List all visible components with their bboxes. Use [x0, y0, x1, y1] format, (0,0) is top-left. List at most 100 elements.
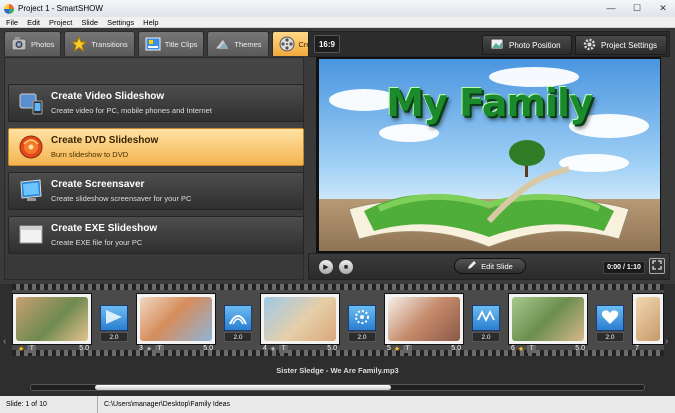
- action-desc: Create EXE file for your PC: [51, 238, 143, 247]
- text-icon: T: [27, 344, 37, 353]
- tab-themes-label: Themes: [234, 39, 262, 49]
- slide-duration: 5.0: [203, 345, 213, 352]
- slide-info: 7: [632, 343, 664, 354]
- text-icon: T: [527, 344, 537, 353]
- slide-info: 3 ★ T 5.0: [136, 343, 216, 354]
- slide-preview: My Family: [319, 59, 660, 251]
- menu-help[interactable]: Help: [143, 18, 158, 27]
- slide-thumbnail[interactable]: [632, 293, 664, 345]
- tab-transitions-label: Transitions: [91, 39, 128, 49]
- slide-number: 6: [511, 345, 515, 352]
- slide-title-text: My Family: [386, 81, 594, 125]
- slide-strip: ★ T 5.0 2.0 3 ★ T 5.0 2.0 4 ★ T 5.0 2.0 …: [0, 284, 675, 396]
- star-icon: [71, 36, 88, 52]
- app-icon: [4, 3, 14, 14]
- edit-slide-button[interactable]: Edit Slide: [454, 258, 526, 274]
- film-holes-top: [12, 284, 664, 290]
- playback-controls: ▶ ■ Edit Slide 0:00 / 1:10: [308, 253, 670, 280]
- slide-number: 7: [635, 345, 639, 352]
- transition-thumbnail[interactable]: [224, 305, 252, 331]
- play-button[interactable]: ▶: [318, 259, 334, 275]
- menu-project[interactable]: Project: [49, 18, 72, 27]
- tab-transitions[interactable]: Transitions: [64, 31, 135, 56]
- transition-duration: 2.0: [224, 332, 252, 342]
- tab-title-clips-label: Title Clips: [164, 39, 198, 49]
- maximize-button[interactable]: ☐: [629, 1, 645, 15]
- transition-pattern-icon: [104, 308, 124, 328]
- transition-duration: 2.0: [100, 332, 128, 342]
- strip-scroll-thumb[interactable]: [95, 385, 391, 390]
- create-panel: Create Video Slideshow Create video for …: [4, 57, 304, 280]
- create-dvd-slideshow-button[interactable]: Create DVD Slideshow Burn slideshow to D…: [8, 128, 304, 166]
- slide-photo: [636, 297, 660, 341]
- tab-photos-label: Photos: [31, 39, 55, 49]
- gear-icon: [583, 38, 596, 53]
- stop-button[interactable]: ■: [338, 259, 354, 275]
- slide-photo: [16, 297, 88, 341]
- themes-icon: [214, 36, 231, 52]
- project-settings-button[interactable]: Project Settings: [575, 35, 667, 55]
- window-title: Project 1 - SmartSHOW: [18, 4, 103, 13]
- fullscreen-icon: [652, 260, 662, 272]
- slide-thumbnail[interactable]: [12, 293, 92, 345]
- exe-window-icon: [17, 221, 45, 249]
- transition-duration: 2.0: [472, 332, 500, 342]
- filmstrip: ★ T 5.0 2.0 3 ★ T 5.0 2.0 4 ★ T 5.0 2.0 …: [12, 284, 664, 356]
- transition-pattern-icon: [228, 308, 248, 328]
- photo-position-button[interactable]: Photo Position: [482, 35, 572, 55]
- star-icon: ★: [145, 345, 153, 353]
- star-icon: ★: [269, 345, 277, 353]
- aspect-ratio-button[interactable]: 16:9: [314, 35, 340, 53]
- menu-slide[interactable]: Slide: [81, 18, 98, 27]
- transition-thumbnail[interactable]: [100, 305, 128, 331]
- action-title: Create Video Slideshow: [51, 91, 165, 102]
- slide-info: 4 ★ T 5.0: [260, 343, 340, 354]
- menu-settings[interactable]: Settings: [107, 18, 134, 27]
- strip-scrollbar[interactable]: [30, 384, 645, 391]
- music-track-label[interactable]: Sister Sledge - We Are Family.mp3: [0, 366, 675, 375]
- action-title: Create Screensaver: [51, 179, 145, 190]
- edit-slide-label: Edit Slide: [481, 261, 513, 271]
- title-bar: Project 1 - SmartSHOW — ☐ ✕: [0, 0, 675, 17]
- slide-thumbnail[interactable]: [508, 293, 588, 345]
- slide-photo: [512, 297, 584, 341]
- create-video-slideshow-button[interactable]: Create Video Slideshow Create video for …: [8, 84, 304, 122]
- star-icon: ★: [517, 345, 525, 353]
- tab-photos[interactable]: Photos: [4, 31, 62, 56]
- scroll-right-arrow[interactable]: ›: [665, 336, 668, 347]
- slide-number: 5: [387, 345, 391, 352]
- menu-edit[interactable]: Edit: [27, 18, 40, 27]
- text-icon: T: [155, 344, 165, 353]
- transition-duration: 2.0: [348, 332, 376, 342]
- minimize-button[interactable]: —: [603, 1, 619, 15]
- slide-thumbnail[interactable]: [384, 293, 464, 345]
- slide-thumbnail[interactable]: [136, 293, 216, 345]
- slide-counter: Slide: 1 of 10: [0, 396, 98, 413]
- transition-pattern-icon: [352, 308, 372, 328]
- stop-icon: ■: [343, 263, 349, 271]
- scroll-left-arrow[interactable]: ‹: [3, 336, 6, 347]
- slide-thumbnail[interactable]: [260, 293, 340, 345]
- menu-file[interactable]: File: [6, 18, 18, 27]
- preview-toolbar: 16:9 Photo Position Project Settings: [308, 31, 670, 57]
- film-reel-icon: [279, 36, 295, 52]
- transition-thumbnail[interactable]: [348, 305, 376, 331]
- status-bar: Slide: 1 of 10 C:\Users\manager\Desktop\…: [0, 396, 675, 413]
- close-button[interactable]: ✕: [655, 1, 671, 15]
- slide-photo: [264, 297, 336, 341]
- transition-thumbnail[interactable]: [596, 305, 624, 331]
- slide-duration: 5.0: [79, 345, 89, 352]
- slide-info: 5 ★ T 5.0: [384, 343, 464, 354]
- play-icon: ▶: [323, 264, 329, 271]
- create-exe-slideshow-button[interactable]: Create EXE Slideshow Create EXE file for…: [8, 216, 304, 254]
- transition-thumbnail[interactable]: [472, 305, 500, 331]
- transition-duration: 2.0: [596, 332, 624, 342]
- create-screensaver-button[interactable]: Create Screensaver Create slideshow scre…: [8, 172, 304, 210]
- photo-position-icon: [490, 38, 504, 52]
- tab-themes[interactable]: Themes: [207, 31, 269, 56]
- tab-title-clips[interactable]: Title Clips: [137, 31, 205, 56]
- project-path: C:\Users\manager\Desktop\Family Ideas: [104, 401, 231, 408]
- fullscreen-button[interactable]: [649, 258, 665, 274]
- slide-duration: 5.0: [327, 345, 337, 352]
- action-desc: Create slideshow screensaver for your PC: [51, 194, 192, 203]
